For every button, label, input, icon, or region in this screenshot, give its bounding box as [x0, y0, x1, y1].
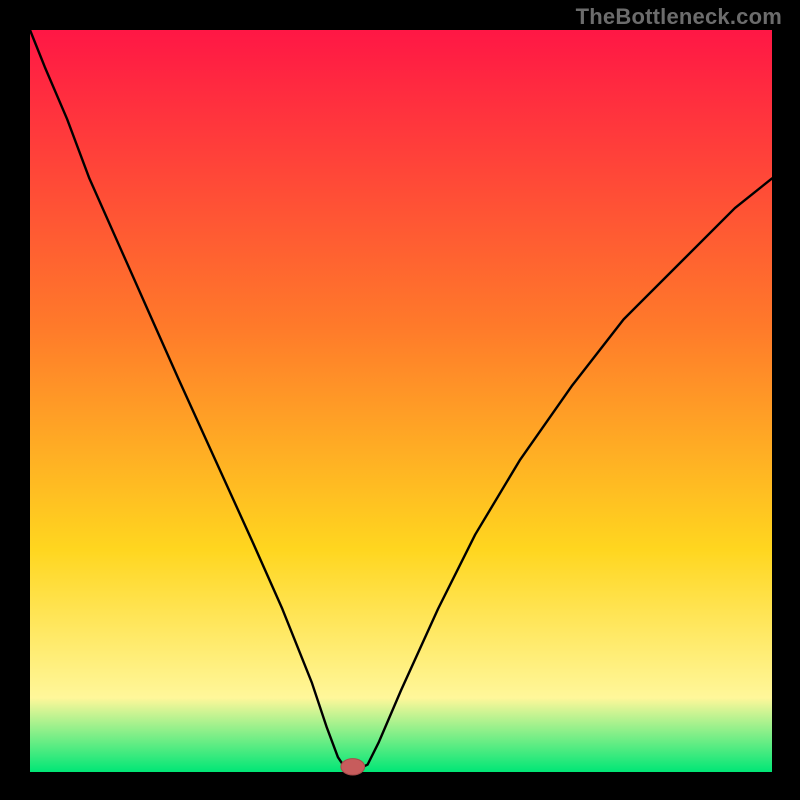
chart-container: { "watermark": "TheBottleneck.com", "col…: [0, 0, 800, 800]
plot-background: [30, 30, 772, 772]
optimal-point-marker: [341, 759, 365, 775]
watermark-text: TheBottleneck.com: [576, 4, 782, 30]
bottleneck-chart: [0, 0, 800, 800]
